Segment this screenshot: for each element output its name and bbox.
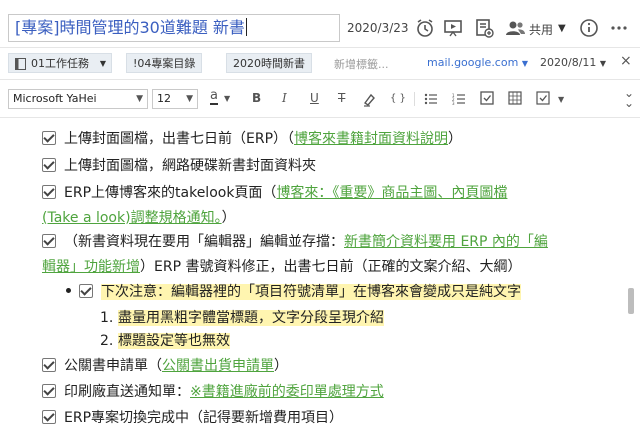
notebook-icon [15,58,26,70]
text-color-button[interactable]: a [210,89,218,105]
highlighter-icon[interactable] [362,91,378,107]
font-size-select[interactable]: 12 ▼ [152,89,198,109]
item-text: （新書資料現在要用「編輯器」編輯並存擋： [64,234,344,250]
insert-checkbox-icon[interactable] [536,91,551,106]
item-text: 印刷廠直送通知單： [64,384,190,400]
reminder-date-text: 2020/8/11 [540,56,597,69]
source-chevron-down-icon: ▼ [521,59,528,68]
item-text: ERP上傳博客來的takelook頁面（ [64,185,277,201]
notebook-name: 01工作任務 [31,57,89,70]
present-icon[interactable] [442,17,464,39]
list-item: （新書資料現在要用「編輯器」編輯並存擋：新書簡介資料要用 ERP 內的「編 [42,231,548,253]
item-text: 公關書申請單（ [64,358,162,374]
list-item-wrap: (Take a look)調整規格通知。） [42,207,236,229]
bold-button[interactable]: B [252,91,261,105]
font-size-value: 12 [157,92,171,105]
tag-projects-dir[interactable]: !04專案目錄 [126,53,203,73]
item-text: 上傳封面圖檔，網路硬碟新書封面資料夾 [64,158,316,174]
bullet-dot-icon [66,288,71,293]
list-item: 印刷廠直送通知單：※書籍進廠前的委印單處理方式 [42,381,384,403]
checkbox-checked[interactable] [42,158,56,172]
note-title-input[interactable]: [專案]時間管理的30道難題 新書 [8,14,340,42]
source-url-link[interactable]: mail.google.com ▼ [427,56,528,69]
share-users-icon[interactable] [504,17,526,39]
note-body[interactable]: 上傳封面圖檔，出書七日前（ERP）（博客來書籍封面資料說明） 上傳封面圖檔，網路… [0,118,640,430]
item-link[interactable]: 公關書出貨申請單 [162,358,274,374]
expand-toolbar-icon[interactable]: ⌄ ⌄ [624,87,634,109]
more-icon[interactable] [608,17,630,39]
italic-button[interactable]: I [282,91,287,105]
item-link[interactable]: 博客來：《重要》商品主圖、內頁圖檔 [276,185,507,201]
item-link[interactable]: ※書籍進廠前的委印單處理方式 [190,384,384,400]
format-toolbar: Microsoft YaHei ▼ 12 ▼ a ▼ B I U T { } 1 2… [0,80,640,118]
bullet-list-icon[interactable] [424,92,438,106]
item-link[interactable]: (Take a look)調整規格通知。 [42,210,222,226]
item-text: ERP專案切換完成中（記得要新增費用項目） [64,410,344,426]
checkbox-checked[interactable] [42,131,56,145]
item-text-end: ） [274,358,288,374]
code-block-button[interactable]: { } [390,93,406,104]
svg-text:3: 3 [452,101,455,106]
item-text: ）ERP 書號資料修正，出書七日前（正確的文案介紹、大綱） [140,259,522,275]
text-color-chevron-down-icon[interactable]: ▼ [224,94,230,103]
item-text: 上傳封面圖檔，出書七日前（ERP）（ [64,131,295,147]
note-date: 2020/3/23 [347,21,409,35]
checklist-icon[interactable] [480,91,495,106]
share-chevron-down-icon[interactable]: ▼ [558,23,566,34]
item-text-end: ） [448,131,463,147]
list-item: 2. 標題設定等也無效 [100,330,230,352]
strikethrough-button[interactable]: T [338,91,345,105]
list-item: ERP上傳博客來的takelook頁面（博客來：《重要》商品主圖、內頁圖檔 [42,182,507,204]
tag-new-book[interactable]: 2020時間新書 [226,53,312,73]
checkbox-checked[interactable] [42,358,56,372]
list-item: 上傳封面圖檔，網路硬碟新書封面資料夾 [42,155,316,177]
list-number: 1. [100,310,114,326]
reminder-date[interactable]: 2020/8/11 ▼ [540,56,606,69]
list-item: 公關書申請單（公關書出貨申請單） [42,355,288,377]
list-item: 下次注意：編輯器裡的「項目符號清單」在博客來會變成只是純文字 [66,281,521,303]
item-link[interactable]: 博客來書籍封面資料說明 [294,131,448,147]
item-link[interactable]: 新書簡介資料要用 ERP 內的「編 [344,234,548,250]
size-chevron-down-icon: ▼ [186,94,193,104]
vertical-scrollbar[interactable] [628,288,634,314]
list-item: 1. 盡量用黑粗字體當標題，文字分段呈現介紹 [100,307,384,329]
font-chevron-down-icon: ▼ [136,94,143,104]
notebook-selector[interactable]: 01工作任務 ▼ [8,53,112,73]
checkbox-checked[interactable] [79,284,93,298]
tag-bar: 01工作任務 ▼ !04專案目錄 2020時間新書 新增標籤... mail.g… [0,48,640,80]
source-url-text: mail.google.com [427,56,519,69]
table-icon[interactable] [508,91,523,106]
note-title-text: [專案]時間管理的30道難題 新書 [15,18,245,37]
checkbox-checked[interactable] [42,384,56,398]
font-family-value: Microsoft YaHei [13,92,97,105]
alarm-icon[interactable] [414,17,436,39]
font-family-select[interactable]: Microsoft YaHei ▼ [8,89,148,109]
text-cursor [245,18,247,36]
numbered-list-icon[interactable]: 1 2 3 [452,92,466,106]
list-item-wrap: 輯器」功能新增）ERP 書號資料修正，出書七日前（正確的文案介紹、大綱） [42,256,521,278]
list-item: 上傳封面圖檔，出書七日前（ERP）（博客來書籍封面資料說明） [42,128,462,150]
toolbar-divider [414,92,415,106]
note-add-icon[interactable] [473,17,495,39]
list-item: ERP專案切換完成中（記得要新增費用項目） [42,407,343,429]
list-number: 2. [100,333,114,349]
notebook-chevron-down-icon: ▼ [99,59,106,68]
insert-chevron-down-icon[interactable]: ▼ [558,95,564,104]
reminder-chevron-down-icon: ▼ [599,59,607,68]
note-header: [專案]時間管理的30道難題 新書 2020/3/23 共用 ▼ [0,0,640,48]
highlighted-text: 標題設定等也無效 [118,333,230,349]
checkbox-checked[interactable] [42,234,56,248]
close-icon[interactable]: × [620,53,632,69]
highlighted-text: 盡量用黑粗字體當標題，文字分段呈現介紹 [118,310,384,326]
new-tag-input[interactable]: 新增標籤... [334,56,389,72]
underline-button[interactable]: U [310,91,319,105]
info-icon[interactable] [578,17,600,39]
highlighted-text: 下次注意：編輯器裡的「項目符號清單」在博客來會變成只是純文字 [101,284,521,300]
share-button[interactable]: 共用 [529,21,553,38]
item-text-end: ） [221,210,236,226]
item-link[interactable]: 輯器」功能新增 [42,259,140,275]
checkbox-checked[interactable] [42,410,56,424]
checkbox-checked[interactable] [42,185,56,199]
